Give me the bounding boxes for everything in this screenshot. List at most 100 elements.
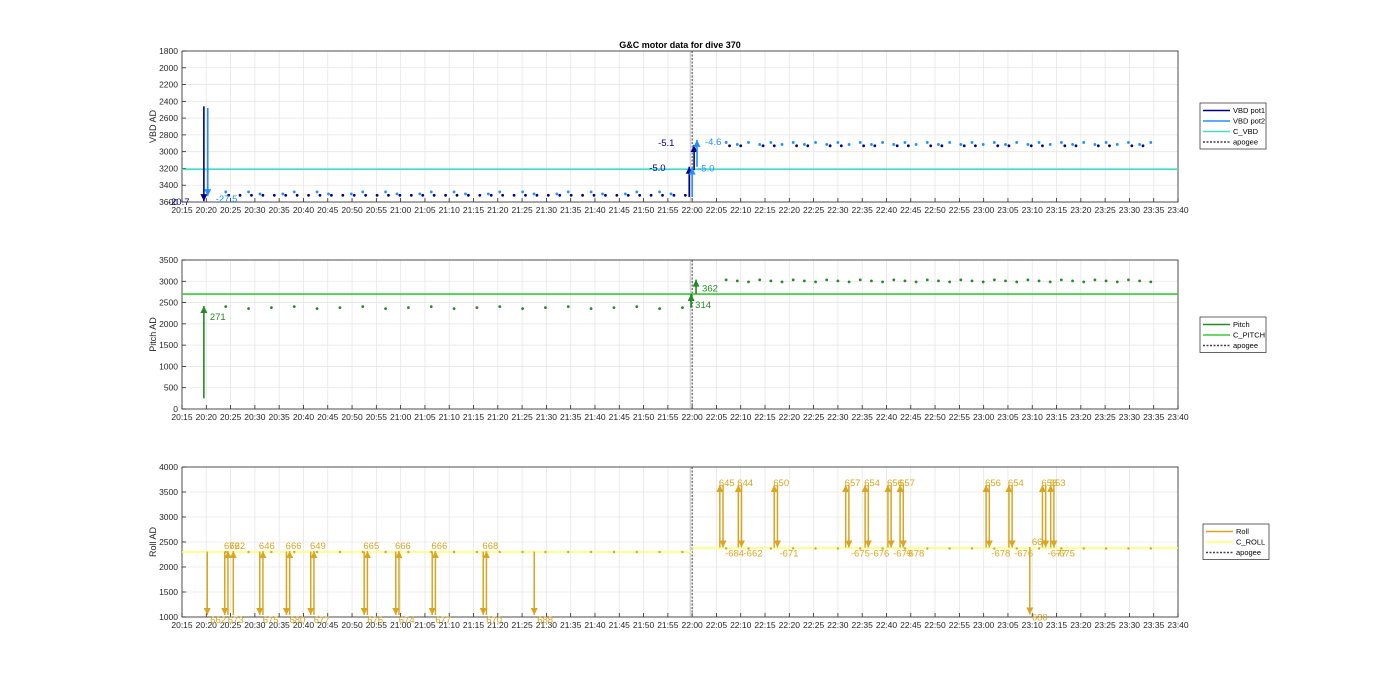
p0-xtick-label: 21:55 [657,205,679,215]
vbd-pot1-point [398,193,402,197]
vbd-pot1-point [352,193,356,197]
vbd-pot2-point [724,141,728,144]
p0-xtick-label: 23:40 [1167,205,1189,215]
p1-xtick-label: 23:30 [1119,412,1141,422]
pitch-point [384,307,387,311]
vbd-pot2-point [464,192,467,196]
vbd-pot1-point [295,193,299,197]
vbd-pot1-point [341,193,345,197]
vbd-pot2-point [925,141,929,144]
roll-arrow-label: -684 [725,549,744,560]
p0-xtick-label: 22:30 [827,205,849,215]
p0-ytick-label: 1800 [159,46,178,56]
vbd-pot1-point [512,193,516,197]
pitch-point [1037,279,1041,283]
p2-xtick-label: 23:30 [1119,620,1141,630]
roll-point [681,550,684,554]
vbd-pot2-point [247,190,250,194]
p1-xtick-label: 21:40 [584,412,606,422]
p0-xtick-label: 20:35 [269,205,291,215]
pitch-point [970,279,974,283]
vbd-pot2-point [981,143,985,146]
vbd-pot2-point [1149,141,1153,144]
vbd-pot1-point [739,144,743,148]
vbd-pot1-point [307,193,310,197]
roll-arrow-label: 666 [286,541,302,552]
p2-xtick-label: 21:25 [511,620,533,630]
p0-ytick-label: 2600 [159,113,178,123]
p2-xtick-label: 23:25 [1094,620,1116,630]
p2-xtick-label: 23:35 [1143,620,1165,630]
p0-ytick-label: 3000 [159,147,178,157]
roll-arrow-label: 650 [773,478,789,489]
p2-xtick-label: 22:20 [779,620,801,630]
roll-arrow-label: 670 [486,615,502,626]
p0-xtick-label: 20:55 [366,205,388,215]
pitch-point [429,305,433,309]
vbd-pot1-point [906,144,910,148]
chart-title: G&C motor data for dive 370 [619,40,741,50]
vbd-pot2-point [1127,141,1130,144]
vbd-pot2-point [892,143,896,146]
pitch-point [361,305,365,309]
p2-legend-label: Roll [1236,527,1249,536]
pitch-point [544,306,547,310]
roll-point [658,550,661,554]
pitch-point [802,279,806,283]
roll-point [814,547,817,550]
vbd-arrow-label: -5.0 [649,163,665,174]
p1-xtick-label: 23:15 [1046,412,1068,422]
p1-legend-label: C_PITCH [1233,331,1265,340]
vbd-pot2-point [847,143,851,146]
pitch-point [881,280,885,284]
vbd-pot1-point [761,144,765,148]
p0-xtick-label: 22:25 [803,205,825,215]
vbd-pot2-point [384,190,387,194]
p1-xtick-label: 21:55 [657,412,679,422]
vbd-pot2-point [881,141,885,144]
roll-arrow-label: -678 [905,549,924,560]
vbd-pot1-point [489,193,493,197]
p2-xtick-label: 23:40 [1167,620,1189,630]
pitch-point [892,278,896,282]
roll-arrow-label: 657 [845,478,861,489]
roll-point [567,550,570,554]
p2-xtick-label: 21:45 [609,620,631,630]
roll-arrow-label: 644 [737,478,753,489]
p0-legend-label: VBD pot1 [1233,106,1265,115]
p0-xtick-label: 20:40 [293,205,315,215]
roll-arrow-label: 680 [1032,613,1048,624]
vbd-pot1-point [806,144,810,148]
pitch-point [780,280,784,284]
pitch-point [791,278,795,282]
p2-y-axis-label: Roll AD [148,526,158,557]
p0-plot-area [182,51,1178,202]
p2-ytick-label: 2500 [159,537,178,547]
roll-arrow-label: 645 [719,478,735,489]
vbd-pot1-point [895,144,899,148]
p1-xtick-label: 22:45 [900,412,922,422]
roll-arrow-label: 664 [1032,537,1048,548]
p0-xtick-label: 20:45 [317,205,339,215]
p1-xtick-label: 22:15 [754,412,776,422]
vbd-pot2-point [858,141,862,144]
roll-point [247,550,250,554]
roll-arrow-label: -676 [870,549,889,560]
vbd-pot2-point [970,141,974,144]
p2-legend-label: apogee [1236,548,1261,557]
p2-xtick-label: 23:00 [973,620,995,630]
p1-xtick-label: 23:10 [1022,412,1044,422]
p1-xtick-label: 22:05 [706,412,728,422]
p2-ytick-label: 1000 [159,612,178,622]
p1-xtick-label: 23:05 [997,412,1019,422]
roll-arrow-label: 668 [482,541,498,552]
vbd-pot2-point [281,192,285,196]
p0-y-axis-label: VBD AD [148,109,158,143]
pitch-point [247,307,250,311]
p0-xtick-label: 21:10 [439,205,461,215]
vbd-pot2-point [1082,141,1086,144]
pitch-point [769,279,773,283]
p1-ytick-label: 500 [164,383,178,393]
p2-xtick-label: 22:15 [754,620,776,630]
p2-ytick-label: 4000 [159,462,178,472]
